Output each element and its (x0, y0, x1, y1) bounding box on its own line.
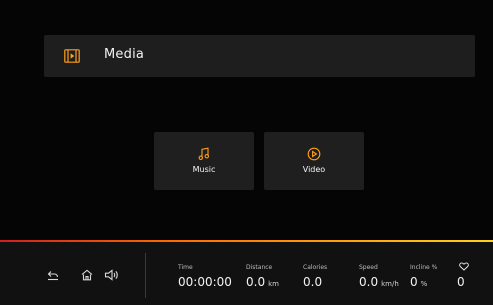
speed-unit: km/h (381, 280, 399, 288)
play-circle-icon (307, 147, 321, 161)
time-value: 00:00:00 (178, 275, 232, 289)
heart-icon (459, 262, 469, 271)
speed-label: Speed (359, 264, 378, 271)
distance-value-wrap: 0.0 km (246, 275, 279, 291)
music-tile[interactable]: Music (154, 132, 254, 190)
time-label: Time (178, 264, 193, 271)
calories-label: Calories (303, 264, 328, 271)
media-icon (64, 49, 80, 63)
status-separator (145, 253, 146, 298)
speed-value: 0.0 (359, 275, 379, 289)
music-note-icon (198, 147, 210, 161)
volume-icon[interactable] (104, 268, 120, 282)
bottom-status-bar (0, 242, 493, 305)
media-screen: Media Music Video Time 00:00:00 Distance… (0, 0, 493, 305)
incline-unit: % (420, 280, 428, 288)
calories-value: 0.0 (303, 275, 323, 289)
page-title: Media (104, 47, 145, 62)
incline-value: 0 (410, 275, 418, 289)
media-header: Media (44, 35, 475, 77)
incline-label: Incline % (410, 264, 438, 271)
incline-value-wrap: 0% (410, 275, 427, 291)
home-icon[interactable] (80, 268, 94, 282)
back-icon[interactable] (46, 268, 60, 282)
distance-value: 0.0 (246, 275, 266, 289)
speed-value-wrap: 0.0 km/h (359, 275, 399, 291)
heart-rate-value: 0 (457, 275, 465, 289)
video-tile-label: Video (302, 165, 326, 174)
distance-label: Distance (246, 264, 273, 271)
music-tile-label: Music (192, 165, 216, 174)
video-tile[interactable]: Video (264, 132, 364, 190)
distance-unit: km (268, 280, 279, 288)
